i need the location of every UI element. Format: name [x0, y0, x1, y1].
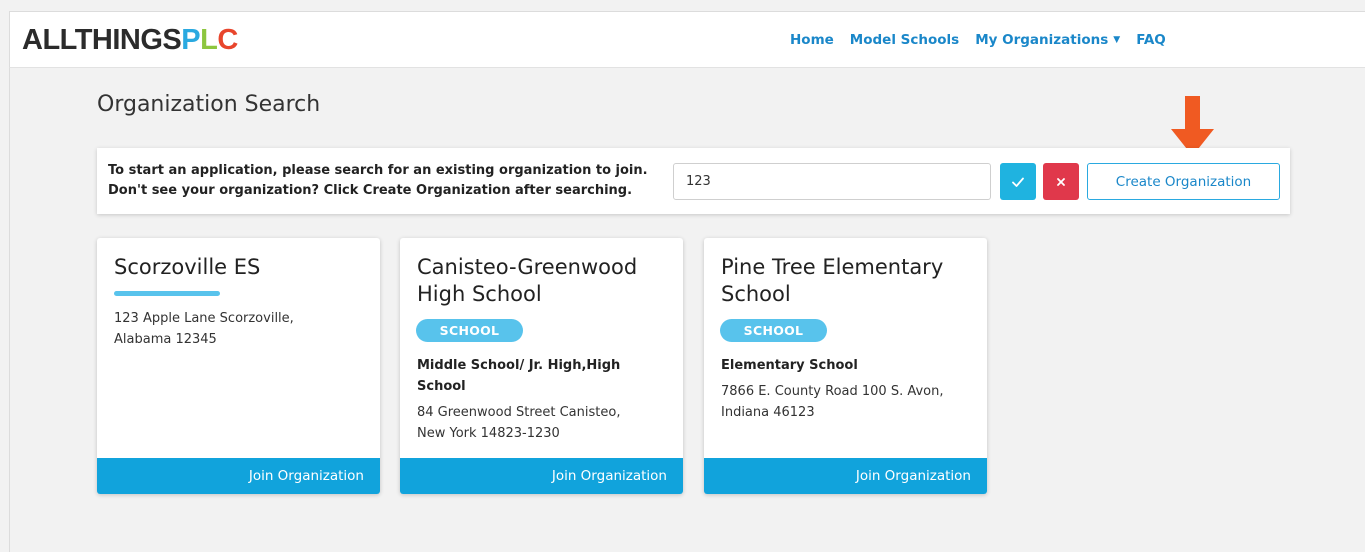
school-badge: SCHOOL: [720, 319, 827, 342]
organization-address: 84 Greenwood Street Canisteo, New York 1…: [417, 402, 657, 444]
address-line2: Alabama 12345: [114, 332, 217, 347]
organization-address: 7866 E. County Road 100 S. Avon, Indiana…: [721, 381, 961, 423]
join-organization-button[interactable]: Join Organization: [400, 458, 683, 494]
logo-letter-c: C: [217, 24, 238, 56]
address-line2: New York 14823-1230: [417, 426, 560, 441]
organization-name: Scorzoville ES: [114, 255, 261, 279]
address-line1: 84 Greenwood Street Canisteo,: [417, 405, 621, 420]
address-line1: 123 Apple Lane Scorzoville,: [114, 311, 294, 326]
allthingsplc-logo[interactable]: ALLTHINGSPLC: [22, 24, 238, 57]
search-clear-button[interactable]: [1043, 163, 1079, 200]
search-instruction-line1: To start an application, please search f…: [108, 163, 648, 178]
organization-card: Canisteo-Greenwood High School SCHOOL Mi…: [400, 238, 683, 494]
address-line2: Indiana 46123: [721, 405, 815, 420]
organization-name-line2: School: [721, 282, 791, 306]
nav-faq-link[interactable]: FAQ: [1136, 32, 1166, 48]
search-submit-button[interactable]: [1000, 163, 1036, 200]
organization-type: Middle School/ Jr. High,High School: [417, 355, 657, 397]
nav-home-link[interactable]: Home: [790, 32, 834, 48]
join-organization-button[interactable]: Join Organization: [97, 458, 380, 494]
create-organization-button[interactable]: Create Organization: [1087, 163, 1280, 200]
join-organization-button[interactable]: Join Organization: [704, 458, 987, 494]
logo-letter-l: L: [200, 24, 218, 56]
organization-type-line2: School: [417, 379, 466, 394]
organization-card: Scorzoville ES 123 Apple Lane Scorzovill…: [97, 238, 380, 494]
nav-my-organizations-label: My Organizations: [975, 32, 1109, 48]
organization-name-line1: Canisteo-Greenwood: [417, 255, 638, 279]
organization-address: 123 Apple Lane Scorzoville, Alabama 1234…: [114, 308, 354, 350]
main-nav: Home Model Schools My Organizations ▼ FAQ: [790, 32, 1182, 48]
top-navbar: ALLTHINGSPLC Home Model Schools My Organ…: [9, 11, 1365, 68]
organization-name: Canisteo-Greenwood High School: [417, 254, 667, 308]
logo-text-allthings: ALLTHINGS: [22, 24, 182, 56]
search-instruction-line2: Don't see your organization? Click Creat…: [108, 183, 633, 198]
logo-letter-p: P: [181, 24, 201, 56]
close-icon: [1057, 177, 1065, 186]
nav-my-organizations-dropdown[interactable]: My Organizations ▼: [975, 32, 1120, 48]
organization-card: Pine Tree Elementary School SCHOOL Eleme…: [704, 238, 987, 494]
organization-name-line1: Pine Tree Elementary: [721, 255, 944, 279]
organization-type: Elementary School: [721, 358, 858, 373]
caret-down-icon: ▼: [1113, 35, 1121, 45]
search-instructions: To start an application, please search f…: [108, 161, 648, 201]
address-line1: 7866 E. County Road 100 S. Avon,: [721, 384, 944, 399]
organization-search-input[interactable]: [673, 163, 991, 200]
organization-name: Pine Tree Elementary School: [721, 254, 971, 308]
organization-search-panel: To start an application, please search f…: [97, 148, 1290, 214]
page-left-border: [9, 68, 10, 552]
school-badge: SCHOOL: [416, 319, 523, 342]
nav-model-schools-link[interactable]: Model Schools: [850, 32, 959, 48]
checkmark-icon: [1012, 177, 1024, 187]
page-title: Organization Search: [97, 92, 321, 117]
organization-type-line1: Middle School/ Jr. High,High: [417, 358, 621, 373]
organization-name-line2: High School: [417, 282, 542, 306]
title-underline: [114, 291, 220, 296]
